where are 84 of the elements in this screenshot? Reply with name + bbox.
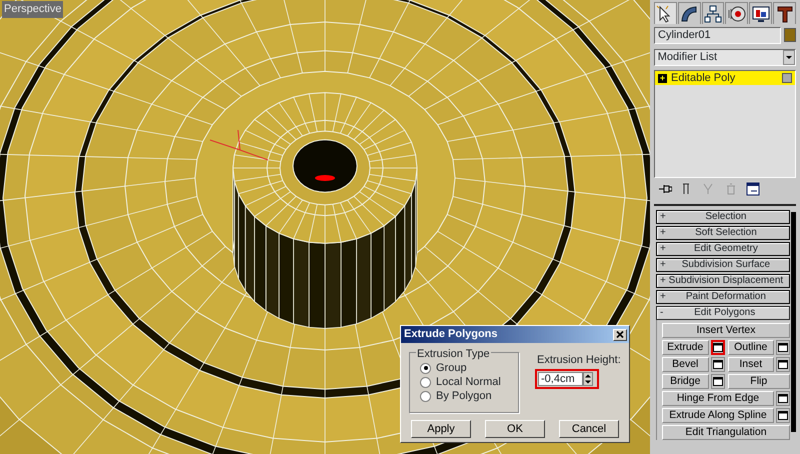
rollout-title: Edit Geometry	[692, 242, 759, 255]
group-label: Extrusion Type	[416, 346, 491, 362]
arc-icon	[679, 4, 700, 24]
dialog-button[interactable]: OK	[485, 420, 545, 438]
expand-toggle[interactable]: +	[658, 74, 667, 83]
tool-button[interactable]: Edit Triangulation	[662, 424, 790, 440]
close-button[interactable]	[613, 328, 627, 340]
radio-button[interactable]	[420, 390, 431, 402]
panel-tab[interactable]	[749, 2, 772, 24]
rollout-header[interactable]: - Edit Polygons	[656, 306, 790, 320]
settings-button[interactable]	[710, 340, 724, 355]
tool-button[interactable]: Extrude	[662, 340, 708, 355]
tool-button[interactable]: Outline	[728, 340, 774, 355]
panel-tab[interactable]	[654, 2, 677, 24]
rollout-title: Paint Deformation	[684, 290, 767, 303]
settings-button[interactable]	[776, 390, 790, 406]
panel-tab[interactable]	[773, 2, 796, 24]
option-label[interactable]: Local Normal	[436, 374, 501, 390]
spinner-icon	[583, 372, 593, 386]
window-icon	[778, 342, 788, 352]
height-field[interactable]: -0,4cm	[538, 372, 583, 386]
rollout-title: Selection	[704, 210, 748, 223]
radio-button[interactable]	[420, 362, 431, 374]
rollout-title: Subdivision Surface	[680, 258, 772, 271]
window-icon	[712, 360, 722, 369]
option-label[interactable]: Group	[436, 360, 467, 376]
tool-button[interactable]: Insert Vertex	[662, 322, 790, 338]
radio-button[interactable]	[420, 376, 431, 388]
settings-button[interactable]	[776, 408, 790, 423]
tool-button[interactable]: Inset	[728, 356, 774, 372]
window-icon	[712, 342, 722, 352]
rollout-header[interactable]: + Subdivision Surface	[656, 258, 790, 272]
expand-toggle[interactable]: +	[660, 226, 666, 239]
settings-button[interactable]	[776, 356, 790, 372]
field-label: Extrusion Height:	[537, 353, 621, 368]
settings-button[interactable]	[776, 340, 790, 355]
scrollbar[interactable]	[791, 212, 796, 432]
viewport-label[interactable]: Perspective	[2, 1, 64, 18]
panel-tab[interactable]	[702, 2, 724, 24]
tool-button[interactable]: Flip	[728, 374, 790, 389]
color-swatch[interactable]	[784, 28, 796, 42]
panel-tab[interactable]	[678, 2, 701, 24]
dialog-button[interactable]: Cancel	[559, 420, 619, 438]
toggle-square[interactable]	[782, 73, 792, 84]
stack-item-label: Editable Poly	[671, 71, 736, 86]
expand-toggle[interactable]: +	[660, 258, 666, 271]
rollout-header[interactable]: + Subdivision Displacement	[656, 274, 790, 288]
monitor-icon	[750, 4, 771, 24]
stack-item[interactable]: + Editable Poly	[655, 71, 795, 86]
window-icon	[778, 410, 788, 420]
rollout-header[interactable]: + Soft Selection	[656, 226, 790, 240]
window-icon	[712, 376, 722, 386]
dropdown-value: Modifier List	[656, 50, 718, 66]
settings-button[interactable]	[710, 374, 724, 389]
trash-icon	[724, 182, 738, 196]
rollout-header[interactable]: + Paint Deformation	[656, 290, 790, 304]
hierarchy-icon	[703, 4, 724, 24]
name-field[interactable]: Cylinder01	[654, 26, 782, 44]
tool-button[interactable]: Bevel	[662, 356, 708, 372]
tool-button[interactable]: Bridge	[662, 374, 708, 389]
option-label[interactable]: By Polygon	[436, 388, 492, 404]
rollout-header[interactable]: + Selection	[656, 210, 790, 224]
rollout-title: Soft Selection	[694, 226, 758, 239]
dialog-title: Extrude Polygons	[404, 327, 498, 342]
window-icon	[778, 360, 788, 369]
hammer-icon	[774, 4, 795, 24]
close-icon	[616, 331, 624, 338]
expand-toggle[interactable]: +	[660, 290, 666, 303]
tool-button[interactable]: Extrude Along Spline	[662, 408, 774, 423]
expand-toggle[interactable]: -	[660, 306, 664, 319]
rollout-header[interactable]: + Edit Geometry	[656, 242, 790, 256]
dialog-button[interactable]: Apply	[411, 420, 471, 438]
expand-toggle[interactable]: +	[660, 242, 666, 255]
panel-tab[interactable]	[725, 2, 748, 24]
expand-toggle[interactable]: +	[660, 210, 666, 223]
modifier-dropdown[interactable]: Modifier List	[654, 49, 796, 66]
wheel-icon	[726, 4, 747, 24]
rollout-title: Edit Polygons	[693, 306, 756, 319]
settings-icon	[746, 182, 760, 196]
expand-toggle[interactable]: +	[660, 274, 666, 287]
window-icon	[778, 394, 788, 403]
tool-button[interactable]: Hinge From Edge	[662, 390, 774, 406]
settings-button[interactable]	[710, 356, 724, 372]
rollout-title: Subdivision Displacement	[668, 274, 784, 287]
